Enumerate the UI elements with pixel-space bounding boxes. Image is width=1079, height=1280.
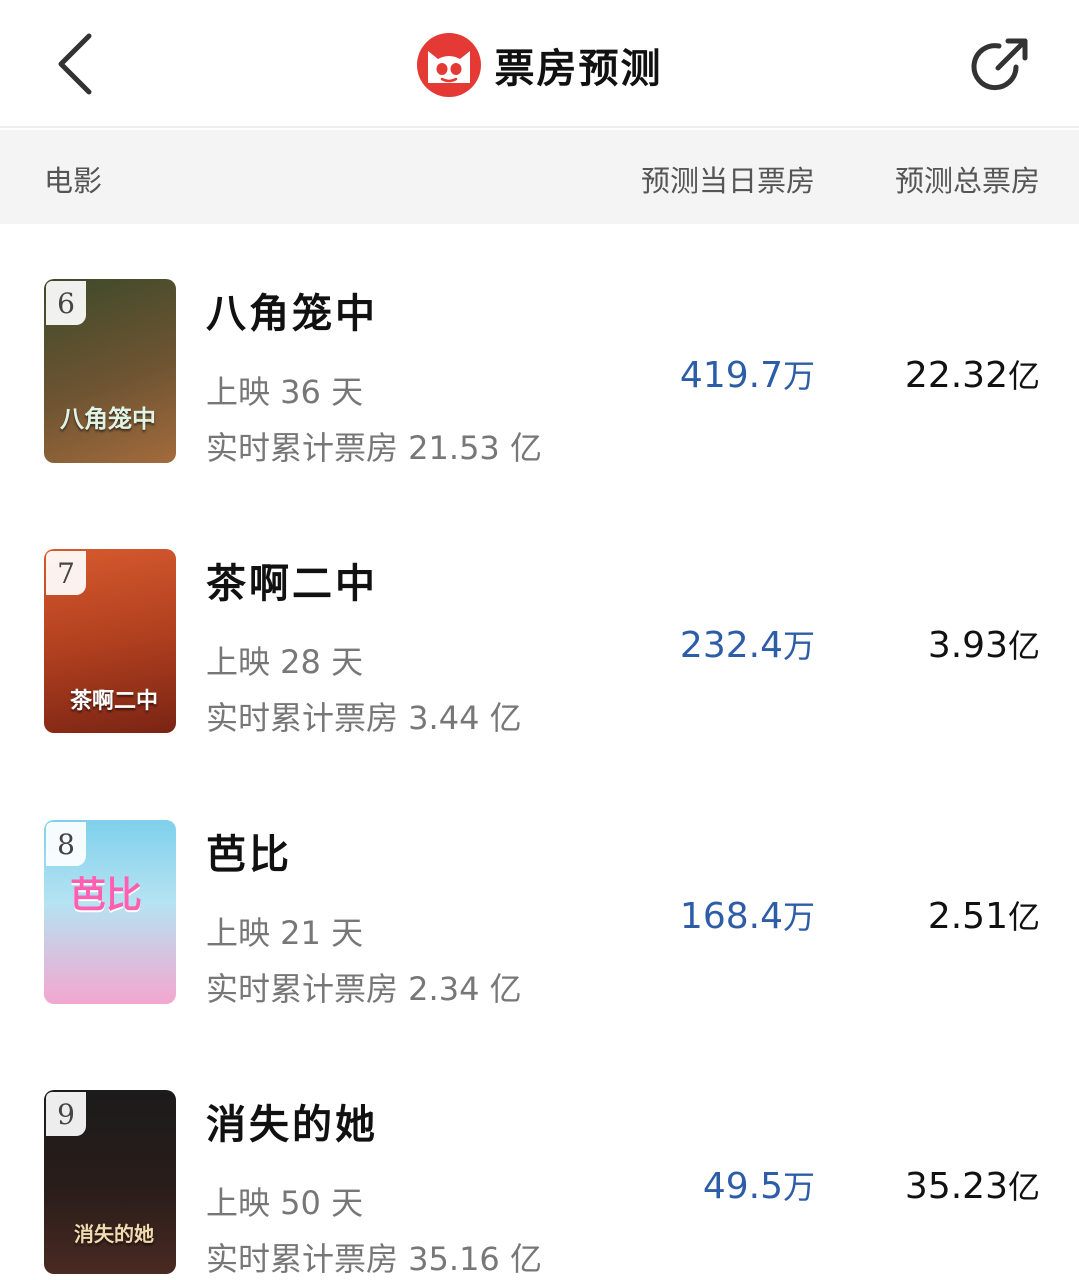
share-icon bbox=[971, 38, 1028, 91]
movie-poster[interactable]: 消失的她 9 bbox=[44, 1090, 176, 1274]
movie-title[interactable]: 消失的她 bbox=[206, 1092, 378, 1150]
poster-title: 八角笼中 bbox=[60, 405, 156, 433]
total-forecast: 22.32亿 bbox=[840, 351, 1040, 397]
total-forecast-unit: 亿 bbox=[1007, 357, 1040, 395]
cat-logo-icon bbox=[416, 33, 481, 97]
column-today-forecast[interactable]: 预测当日票房 bbox=[600, 158, 815, 200]
total-forecast-value: 3.93 bbox=[927, 625, 1008, 666]
cumulative-box-office: 实时累计票房 21.53 亿 bbox=[206, 429, 542, 467]
movie-poster[interactable]: 芭比 8 bbox=[44, 820, 176, 1004]
movie-row[interactable]: 消失的她 9 消失的她 上映 50 天 实时累计票房 35.16 亿 49.5万… bbox=[0, 1090, 1079, 1280]
movie-title[interactable]: 芭比 bbox=[206, 822, 292, 880]
release-days: 上映 21 天 bbox=[206, 914, 364, 952]
release-days: 上映 50 天 bbox=[206, 1184, 364, 1222]
total-forecast-value: 35.23 bbox=[904, 1166, 1008, 1207]
release-days: 上映 36 天 bbox=[206, 373, 364, 411]
total-forecast: 2.51亿 bbox=[840, 892, 1040, 938]
today-forecast-unit: 万 bbox=[782, 357, 815, 395]
total-forecast: 35.23亿 bbox=[840, 1162, 1040, 1208]
total-forecast: 3.93亿 bbox=[840, 621, 1040, 667]
today-forecast: 232.4万 bbox=[560, 621, 815, 667]
today-forecast-value: 232.4 bbox=[679, 625, 783, 666]
column-total-forecast[interactable]: 预测总票房 bbox=[850, 158, 1040, 200]
today-forecast: 419.7万 bbox=[560, 351, 815, 397]
total-forecast-unit: 亿 bbox=[1007, 627, 1040, 665]
today-forecast-unit: 万 bbox=[782, 898, 815, 936]
release-days: 上映 28 天 bbox=[206, 643, 364, 681]
today-forecast-value: 168.4 bbox=[679, 896, 783, 937]
poster-title: 茶啊二中 bbox=[70, 689, 159, 714]
rank-badge: 7 bbox=[46, 551, 86, 595]
total-forecast-value: 22.32 bbox=[904, 355, 1008, 396]
movie-poster[interactable]: 八角笼中 6 bbox=[44, 279, 176, 463]
today-forecast-unit: 万 bbox=[782, 1168, 815, 1206]
today-forecast: 168.4万 bbox=[560, 892, 815, 938]
rank-badge: 9 bbox=[46, 1092, 86, 1136]
today-forecast-value: 419.7 bbox=[679, 355, 783, 396]
total-forecast-unit: 亿 bbox=[1007, 1168, 1040, 1206]
page-title: 票房预测 bbox=[494, 46, 663, 92]
total-forecast-value: 2.51 bbox=[927, 896, 1008, 937]
rank-badge: 6 bbox=[46, 281, 86, 325]
today-forecast: 49.5万 bbox=[560, 1162, 815, 1208]
movie-title[interactable]: 八角笼中 bbox=[206, 281, 378, 339]
total-forecast-unit: 亿 bbox=[1007, 898, 1040, 936]
movie-row[interactable]: 茶啊二中 7 茶啊二中 上映 28 天 实时累计票房 3.44 亿 232.4万… bbox=[0, 549, 1079, 749]
movie-row[interactable]: 八角笼中 6 八角笼中 上映 36 天 实时累计票房 21.53 亿 419.7… bbox=[0, 279, 1079, 479]
movie-poster[interactable]: 茶啊二中 7 bbox=[44, 549, 176, 733]
cumulative-box-office: 实时累计票房 2.34 亿 bbox=[206, 970, 522, 1008]
rank-badge: 8 bbox=[46, 822, 86, 866]
title-group: 票房预测 bbox=[0, 30, 1079, 100]
navigation-bar: 票房预测 bbox=[0, 0, 1079, 128]
cumulative-box-office: 实时累计票房 35.16 亿 bbox=[206, 1240, 542, 1278]
movie-row[interactable]: 芭比 8 芭比 上映 21 天 实时累计票房 2.34 亿 168.4万 2.5… bbox=[0, 820, 1079, 1020]
poster-title: 消失的她 bbox=[74, 1222, 154, 1246]
poster-title: 芭比 bbox=[70, 875, 143, 916]
share-button[interactable] bbox=[960, 28, 1040, 104]
movie-title[interactable]: 茶啊二中 bbox=[206, 551, 378, 609]
column-movie: 电影 bbox=[44, 164, 103, 198]
column-header: 电影 预测当日票房 预测总票房 bbox=[0, 130, 1079, 224]
today-forecast-value: 49.5 bbox=[702, 1166, 783, 1207]
today-forecast-unit: 万 bbox=[782, 627, 815, 665]
cumulative-box-office: 实时累计票房 3.44 亿 bbox=[206, 699, 522, 737]
